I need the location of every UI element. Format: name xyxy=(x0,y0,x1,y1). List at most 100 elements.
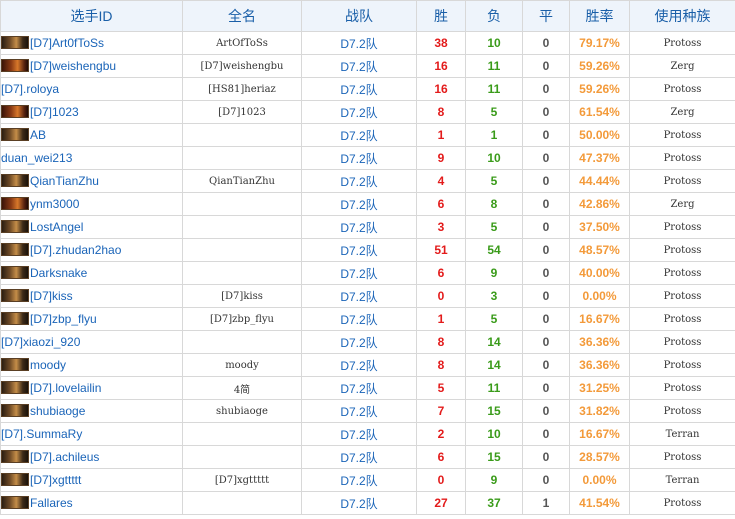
player-id-link[interactable]: [D7]kiss xyxy=(30,289,73,303)
player-id-link[interactable]: [D7]xiaozi_920 xyxy=(2,335,81,349)
full-name-cell: [HS81]heriaz xyxy=(182,77,302,101)
team-link[interactable]: D7.2队 xyxy=(340,497,377,511)
team-link[interactable]: D7.2队 xyxy=(340,198,377,212)
team-cell: D7.2队 xyxy=(301,261,417,285)
team-link[interactable]: D7.2队 xyxy=(340,267,377,281)
team-cell: D7.2队 xyxy=(301,215,417,239)
team-link[interactable]: D7.2队 xyxy=(340,382,377,396)
draws-cell: 0 xyxy=(522,445,570,469)
draws-cell: 0 xyxy=(522,100,570,124)
race-cell: Protoss xyxy=(629,445,735,469)
table-row: [D7].zhudan2hao D7.2队 51 54 0 48.57% Protoss xyxy=(0,238,735,262)
player-id-link[interactable]: [D7].roloya xyxy=(2,82,60,96)
player-id-link[interactable]: shubiaoge xyxy=(30,404,85,418)
draws-cell: 0 xyxy=(522,422,570,446)
win-rate-cell: 79.17% xyxy=(569,31,630,55)
losses-cell: 11 xyxy=(465,376,523,400)
race-cell: Protoss xyxy=(629,307,735,331)
player-avatar-icon xyxy=(1,450,29,463)
team-link[interactable]: D7.2队 xyxy=(340,313,377,327)
wins-cell: 3 xyxy=(416,215,466,239)
win-rate-cell: 40.00% xyxy=(569,261,630,285)
race-cell: Terran xyxy=(629,468,735,492)
player-avatar-icon xyxy=(1,289,29,302)
losses-cell: 1 xyxy=(465,123,523,147)
player-id-link[interactable]: [D7].zhudan2hao xyxy=(30,243,121,257)
player-id-cell: [D7].zhudan2hao xyxy=(0,238,183,262)
losses-cell: 37 xyxy=(465,491,523,515)
team-cell: D7.2队 xyxy=(301,31,417,55)
win-rate-cell: 44.44% xyxy=(569,169,630,193)
player-id-link[interactable]: AB xyxy=(30,128,46,142)
losses-cell: 11 xyxy=(465,77,523,101)
team-link[interactable]: D7.2队 xyxy=(340,175,377,189)
team-link[interactable]: D7.2队 xyxy=(340,106,377,120)
draws-cell: 0 xyxy=(522,238,570,262)
player-avatar-icon xyxy=(1,59,29,72)
losses-cell: 54 xyxy=(465,238,523,262)
player-id-link[interactable]: duan_wei213 xyxy=(2,151,73,165)
team-link[interactable]: D7.2队 xyxy=(340,359,377,373)
wins-cell: 51 xyxy=(416,238,466,262)
player-id-link[interactable]: moody xyxy=(30,358,66,372)
table-row: [D7]weishengbu [D7]weishengbu D7.2队 16 11 0 59… xyxy=(0,54,735,78)
team-cell: D7.2队 xyxy=(301,238,417,262)
player-id-link[interactable]: [D7]1023 xyxy=(30,105,79,119)
player-avatar-icon xyxy=(1,128,29,141)
player-id-link[interactable]: ynm3000 xyxy=(30,197,79,211)
win-rate-cell: 48.57% xyxy=(569,238,630,262)
draws-cell: 0 xyxy=(522,54,570,78)
table-row: Darksnake D7.2队 6 9 0 40.00% Protoss xyxy=(0,261,735,285)
race-cell: Protoss xyxy=(629,169,735,193)
team-link[interactable]: D7.2队 xyxy=(340,129,377,143)
player-id-link[interactable]: [D7].SummaRy xyxy=(2,427,83,441)
team-link[interactable]: D7.2队 xyxy=(340,474,377,488)
draws-cell: 0 xyxy=(522,123,570,147)
player-id-link[interactable]: [D7].achileus xyxy=(30,450,99,464)
player-id-link[interactable]: Fallares xyxy=(30,496,73,510)
team-link[interactable]: D7.2队 xyxy=(340,451,377,465)
draws-cell: 0 xyxy=(522,215,570,239)
draws-cell: 0 xyxy=(522,353,570,377)
table-row: [D7]xiaozi_920 D7.2队 8 14 0 36.36% Protoss xyxy=(0,330,735,354)
table-row: shubiaoge shubiaoge D7.2队 7 15 0 31.82% Protoss xyxy=(0,399,735,423)
team-link[interactable]: D7.2队 xyxy=(340,405,377,419)
team-cell: D7.2队 xyxy=(301,77,417,101)
win-rate-cell: 16.67% xyxy=(569,422,630,446)
table-row: [D7]xgttttt [D7]xgttttt D7.2队 0 9 0 0.00% Terra… xyxy=(0,468,735,492)
player-id-link[interactable]: [D7]Art0fToSs xyxy=(30,36,104,50)
player-id-link[interactable]: [D7].lovelailin xyxy=(30,381,101,395)
team-cell: D7.2队 xyxy=(301,399,417,423)
wins-cell: 9 xyxy=(416,146,466,170)
player-id-link[interactable]: LostAngel xyxy=(30,220,83,234)
player-avatar-icon xyxy=(1,243,29,256)
race-cell: Protoss xyxy=(629,238,735,262)
team-link[interactable]: D7.2队 xyxy=(340,83,377,97)
race-cell: Protoss xyxy=(629,399,735,423)
player-id-link[interactable]: QianTianZhu xyxy=(30,174,99,188)
team-link[interactable]: D7.2队 xyxy=(340,60,377,74)
wins-cell: 1 xyxy=(416,307,466,331)
full-name-cell xyxy=(182,330,302,354)
header-losses: 负 xyxy=(465,0,523,32)
team-link[interactable]: D7.2队 xyxy=(340,152,377,166)
draws-cell: 0 xyxy=(522,31,570,55)
team-cell: D7.2队 xyxy=(301,123,417,147)
team-link[interactable]: D7.2队 xyxy=(340,336,377,350)
team-link[interactable]: D7.2队 xyxy=(340,221,377,235)
player-id-link[interactable]: Darksnake xyxy=(30,266,87,280)
team-link[interactable]: D7.2队 xyxy=(340,244,377,258)
team-cell: D7.2队 xyxy=(301,376,417,400)
race-cell: Protoss xyxy=(629,261,735,285)
full-name-cell xyxy=(182,261,302,285)
player-id-cell: [D7]zbp_flyu xyxy=(0,307,183,331)
team-link[interactable]: D7.2队 xyxy=(340,290,377,304)
team-link[interactable]: D7.2队 xyxy=(340,37,377,51)
player-id-link[interactable]: [D7]weishengbu xyxy=(30,59,116,73)
player-id-cell: QianTianZhu xyxy=(0,169,183,193)
wins-cell: 0 xyxy=(416,284,466,308)
player-id-link[interactable]: [D7]zbp_flyu xyxy=(30,312,97,326)
team-link[interactable]: D7.2队 xyxy=(340,428,377,442)
player-id-link[interactable]: [D7]xgttttt xyxy=(30,473,81,487)
header-player-id: 选手ID xyxy=(0,0,183,32)
